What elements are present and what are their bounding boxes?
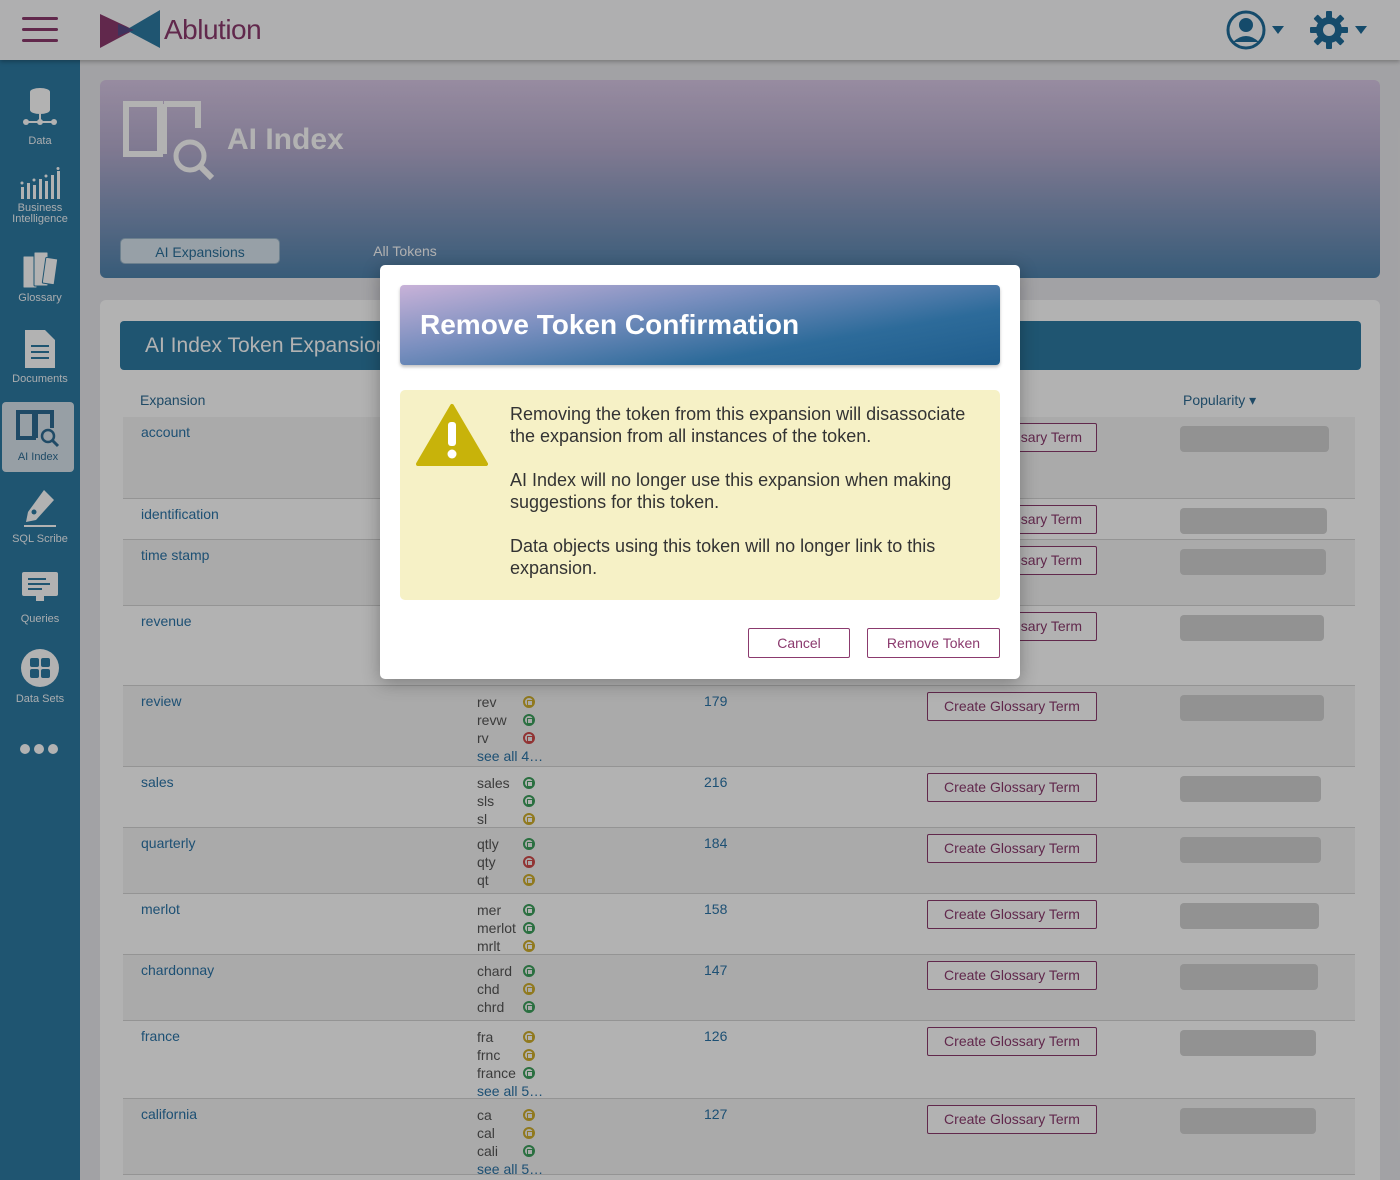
remove-token-button[interactable]: Remove Token [867, 628, 1000, 658]
dialog-header: Remove Token Confirmation [400, 285, 1000, 365]
warning-paragraph: Removing the token from this expansion w… [510, 404, 966, 446]
warning-paragraph: AI Index will no longer use this expansi… [510, 470, 952, 512]
warning-text: Removing the token from this expansion w… [510, 403, 990, 601]
warning-paragraph: Data objects using this token will no lo… [510, 536, 936, 578]
warning-message-box: Removing the token from this expansion w… [400, 390, 1000, 600]
remove-token-dialog: Remove Token Confirmation Removing the t… [380, 265, 1020, 679]
warning-icon [416, 404, 488, 466]
dialog-title: Remove Token Confirmation [420, 309, 800, 340]
cancel-button[interactable]: Cancel [748, 628, 850, 658]
